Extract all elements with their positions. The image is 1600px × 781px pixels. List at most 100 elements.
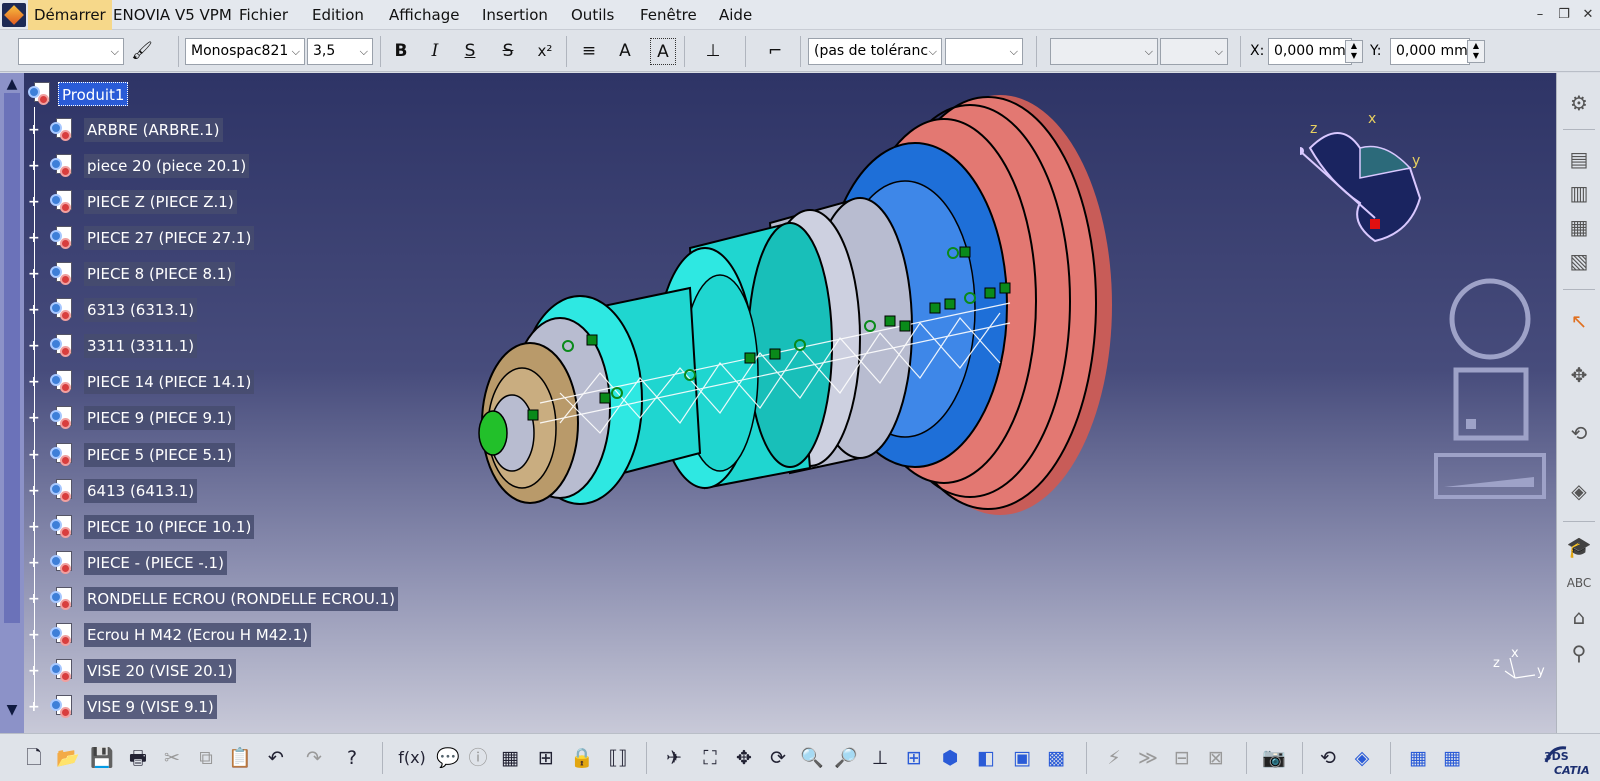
precision-combo[interactable]: ⌵ xyxy=(1050,38,1158,65)
open-folder-icon[interactable]: 📂 xyxy=(54,744,82,772)
close-button[interactable]: ✕ xyxy=(1578,6,1598,24)
expand-plus-icon[interactable]: + xyxy=(28,195,42,209)
snap-icon[interactable]: ⟲ xyxy=(1565,419,1593,447)
compass-widget[interactable]: z x y xyxy=(1300,113,1450,263)
new-product-icon[interactable]: ▥ xyxy=(1565,179,1593,207)
font-size-combo[interactable]: 3,5 ⌵ xyxy=(307,38,373,65)
catia-app-icon[interactable] xyxy=(2,3,26,27)
new-component-icon[interactable]: ▤ xyxy=(1565,145,1593,173)
scroll-down-arrow-icon[interactable]: ▼ xyxy=(3,701,21,719)
rotate-view-icon[interactable] xyxy=(1449,278,1531,360)
justify-icon[interactable]: ≡ xyxy=(576,38,602,65)
undo-icon[interactable]: ↶ xyxy=(262,744,290,772)
pin-icon[interactable]: ⚲ xyxy=(1565,639,1593,667)
camera-icon[interactable]: 📷 xyxy=(1260,744,1288,772)
rotate-icon[interactable]: ⟳ xyxy=(764,744,792,772)
expand-plus-icon[interactable]: + xyxy=(28,375,42,389)
cut-icon[interactable]: ✂ xyxy=(158,744,186,772)
normal-view-icon[interactable]: ⊥ xyxy=(866,744,894,772)
y-spin-button[interactable]: ▲ ▼ xyxy=(1467,40,1485,63)
measure-item-icon[interactable]: ⊠ xyxy=(1202,744,1230,772)
print-icon[interactable]: 🖶 xyxy=(124,744,152,772)
hide-show-icon[interactable]: ▣ xyxy=(1008,744,1036,772)
font-combo[interactable]: Monospac821 ⌵ xyxy=(185,38,305,65)
menu-edition[interactable]: Edition xyxy=(306,0,370,30)
tree-scrollbar[interactable]: ▲ ▼ xyxy=(0,73,24,733)
dimension-type-icon[interactable]: ⌐ xyxy=(762,38,788,65)
scrollbar-thumb[interactable] xyxy=(4,93,20,623)
existing-component-icon[interactable]: ▧ xyxy=(1565,247,1593,275)
expand-plus-icon[interactable]: + xyxy=(28,231,42,245)
new-file-icon[interactable]: 🗋 xyxy=(20,744,48,772)
y-coordinate-input[interactable]: 0,000 mm xyxy=(1390,38,1470,65)
info-icon[interactable]: ⓘ xyxy=(464,744,492,772)
multi-view-icon[interactable]: ⊞ xyxy=(900,744,928,772)
table-icon[interactable]: ▦ xyxy=(496,744,524,772)
view-navigation-overlay[interactable] xyxy=(1420,273,1550,503)
3d-viewport[interactable]: ▲ ▼ Produit1 + ARBRE (ARBRE.1) + piece 2… xyxy=(0,73,1556,733)
style-combo[interactable]: ⌵ xyxy=(18,38,124,65)
measure-icon[interactable]: ⊟ xyxy=(1168,744,1196,772)
whats-this-icon[interactable]: ? xyxy=(338,744,366,772)
clash-icon[interactable]: ⚡ xyxy=(1100,744,1128,772)
x-spin-button[interactable]: ▲ ▼ xyxy=(1345,40,1363,63)
product-structure-icon[interactable]: ⊞ xyxy=(532,744,560,772)
explode-icon[interactable]: ◈ xyxy=(1565,477,1593,505)
fit-all-icon[interactable]: ⛶ xyxy=(696,744,724,772)
expand-plus-icon[interactable]: + xyxy=(28,484,42,498)
update-icon[interactable]: ⟲ xyxy=(1314,744,1342,772)
knowledge-icon[interactable]: 💬 xyxy=(434,744,462,772)
forward-icon[interactable]: ≫ xyxy=(1134,744,1162,772)
grid-icon[interactable]: ▦ xyxy=(1404,744,1432,772)
text-size-icon[interactable]: A xyxy=(612,38,638,65)
annotation-icon[interactable]: 🎓 xyxy=(1565,533,1593,561)
zoom-in-icon[interactable]: 🔍 xyxy=(798,744,826,772)
fly-mode-icon[interactable]: ✈ xyxy=(660,744,688,772)
scroll-up-arrow-icon[interactable]: ▲ xyxy=(3,75,21,93)
datum-target-icon[interactable]: ⊥ xyxy=(700,38,726,65)
paste-icon[interactable]: 📋 xyxy=(226,744,254,772)
expand-plus-icon[interactable]: + xyxy=(28,664,42,678)
select-arrow-icon[interactable]: ↖ xyxy=(1565,307,1593,335)
tolerance-value-combo[interactable]: ⌵ xyxy=(945,38,1023,65)
frame-text-icon[interactable]: A xyxy=(650,38,676,65)
format-combo[interactable]: ⌵ xyxy=(1160,38,1228,65)
expand-plus-icon[interactable]: + xyxy=(28,123,42,137)
text-abc-icon[interactable]: ABC xyxy=(1565,569,1593,597)
expand-plus-icon[interactable]: + xyxy=(28,628,42,642)
menu-aide[interactable]: Aide xyxy=(713,0,758,30)
menu-enovia[interactable]: ENOVIA V5 VPM xyxy=(107,0,238,30)
bold-button[interactable]: B xyxy=(388,38,414,65)
minimize-button[interactable]: – xyxy=(1530,6,1550,24)
snap-grid-icon[interactable]: ▦ xyxy=(1438,744,1466,772)
manipulate-icon[interactable]: ✥ xyxy=(1565,361,1593,389)
expand-plus-icon[interactable]: + xyxy=(28,700,42,714)
formula-icon[interactable]: f(x) xyxy=(398,744,426,772)
new-part-icon[interactable]: ▦ xyxy=(1565,213,1593,241)
menu-fenetre[interactable]: Fenêtre xyxy=(634,0,703,30)
zoom-out-icon[interactable]: 🔎 xyxy=(832,744,860,772)
pan-icon[interactable]: ✥ xyxy=(730,744,758,772)
iso-view-icon[interactable]: ⬢ xyxy=(936,744,964,772)
redo-icon[interactable]: ↷ xyxy=(300,744,328,772)
tolerance-combo[interactable]: (pas de toléranc ⌵ xyxy=(808,38,942,65)
flag-note-icon[interactable]: ⌂ xyxy=(1565,603,1593,631)
italic-button[interactable]: I xyxy=(422,38,448,65)
x-coordinate-input[interactable]: 0,000 mm xyxy=(1268,38,1352,65)
menu-outils[interactable]: Outils xyxy=(565,0,620,30)
expand-plus-icon[interactable]: + xyxy=(28,267,42,281)
expand-plus-icon[interactable]: + xyxy=(28,303,42,317)
expand-plus-icon[interactable]: + xyxy=(28,411,42,425)
menu-insertion[interactable]: Insertion xyxy=(476,0,554,30)
catalog-icon[interactable]: 🔒 xyxy=(568,744,596,772)
restore-button[interactable]: ❐ xyxy=(1554,6,1574,24)
layer-icon[interactable]: ◈ xyxy=(1348,744,1376,772)
paintbrush-icon[interactable]: 🖌 xyxy=(129,38,155,65)
menu-fichier[interactable]: Fichier xyxy=(233,0,294,30)
underline-button[interactable]: S xyxy=(457,38,483,65)
assembly-design-icon[interactable]: ⚙ xyxy=(1565,89,1593,117)
save-icon[interactable]: 💾 xyxy=(88,744,116,772)
expand-plus-icon[interactable]: + xyxy=(28,592,42,606)
superscript-button[interactable]: x² xyxy=(532,38,558,65)
copy-icon[interactable]: ⧉ xyxy=(192,744,220,772)
